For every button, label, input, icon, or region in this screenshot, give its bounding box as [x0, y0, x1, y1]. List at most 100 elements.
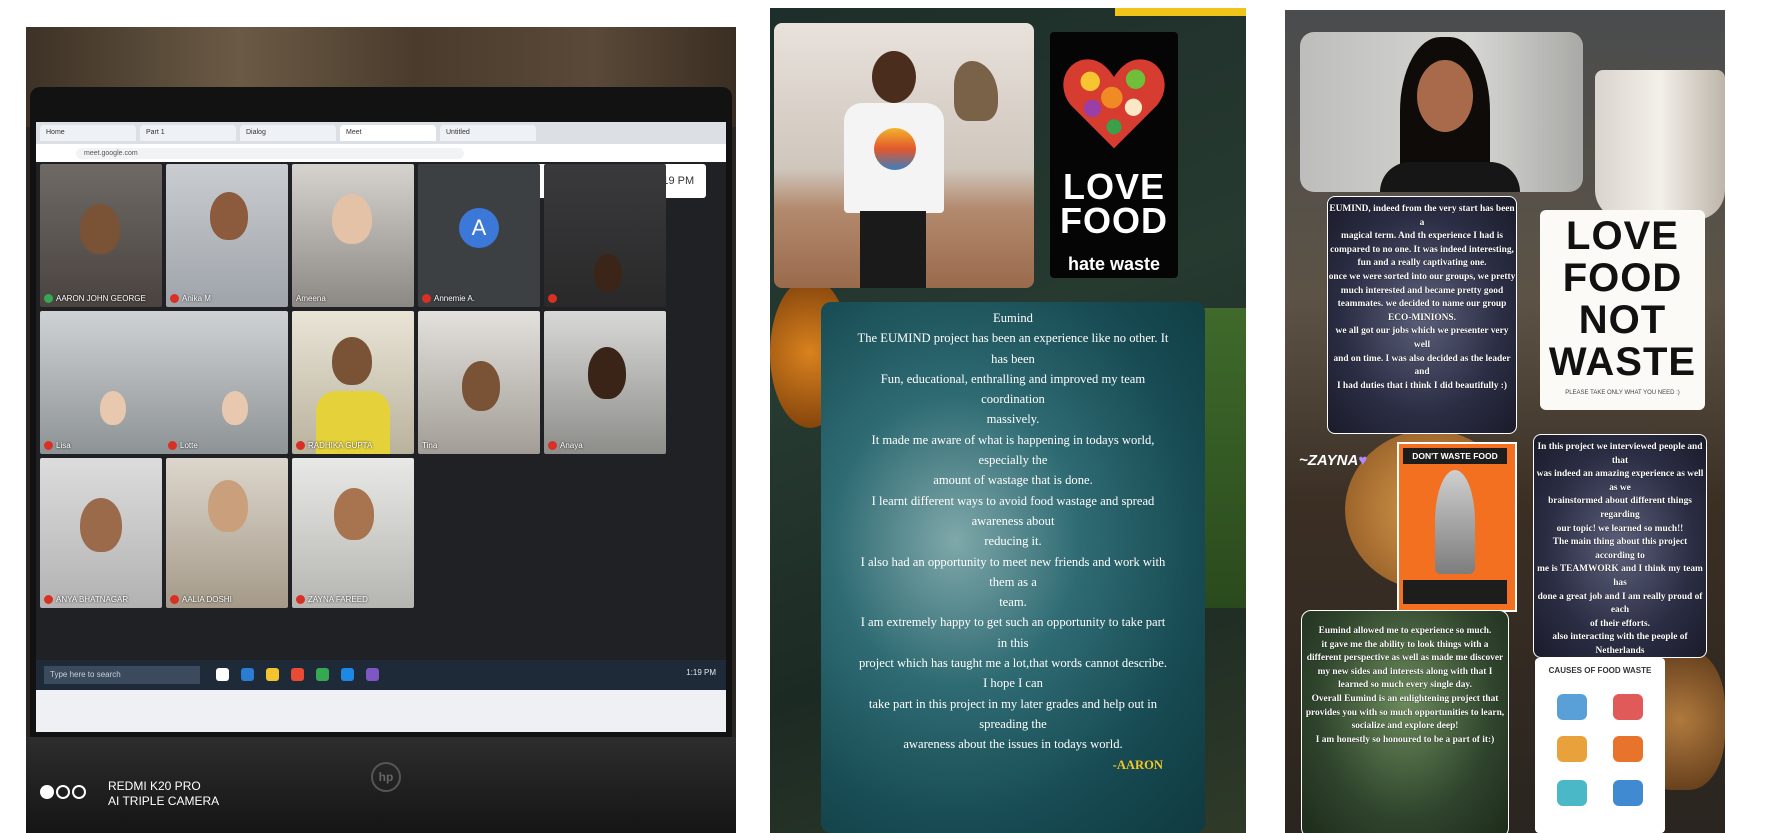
- hp-logo: hp: [371, 762, 401, 792]
- note-line: ECO-MINIONS.: [1388, 312, 1456, 323]
- love-food-word-3: hate waste: [1067, 254, 1161, 274]
- note-line: fun and a really captivating one.: [1357, 258, 1487, 269]
- participant-face: [334, 488, 374, 540]
- eumind-note-2: In this project we interviewed people an…: [1533, 434, 1707, 658]
- reflection-line: Fun, educational, enthralling and improv…: [880, 371, 1146, 386]
- cause-icon: [1613, 780, 1643, 806]
- reflection-line: awareness about the issues in todays wor…: [903, 737, 1123, 752]
- meet-grid: ▤ 👥 ▦ 1:19 PM AARON JOHN GEORGE Anika M …: [36, 162, 726, 660]
- store-icon[interactable]: [341, 668, 354, 681]
- note-line: Overall Eumind is an enlightening projec…: [1311, 693, 1499, 704]
- teams-icon[interactable]: [366, 668, 379, 681]
- lfnw-word-2: FOOD: [1562, 256, 1683, 300]
- aaron-collage: LOVE FOOD hate waste Eumind The EUMIND pr…: [770, 8, 1246, 833]
- reflection-line: It made me aware of what is happening in…: [871, 432, 1155, 447]
- food-heart-icon: [1063, 59, 1165, 149]
- taskbar-search[interactable]: Type here to search: [44, 666, 200, 684]
- participant-name: AALIA DOSHI: [170, 595, 232, 604]
- participant-tile: RADHIKA GUPTA: [292, 311, 414, 454]
- participant-tile: Tina: [418, 311, 540, 454]
- browser-tab[interactable]: Dialog: [240, 125, 336, 141]
- reflection-line: spreading the: [979, 716, 1047, 731]
- note-line: teammates. we decided to name our group: [1337, 299, 1507, 310]
- participant-name: Annemie A.: [422, 294, 475, 303]
- cause-icon: [1557, 694, 1587, 720]
- browser-tab[interactable]: Home: [40, 125, 136, 141]
- purple-heart-icon: ♥: [1358, 452, 1368, 469]
- dont-waste-food-poster: DON'T WASTE FOOD: [1397, 442, 1517, 612]
- mic-off-icon: [170, 595, 179, 604]
- note-line: learned so much every single day.: [1338, 680, 1472, 691]
- mic-off-icon: [170, 294, 179, 303]
- participant-face: [594, 254, 622, 292]
- browser-tab[interactable]: Part 1: [140, 125, 236, 141]
- note-line: compared to no one. It was indeed intere…: [1330, 244, 1514, 255]
- participant-tile: ZAYNA FAREED: [292, 458, 414, 608]
- mic-off-icon: [168, 441, 177, 450]
- mic-off-icon: [296, 595, 305, 604]
- cause-icon: [1557, 736, 1587, 762]
- office-icon[interactable]: [291, 668, 304, 681]
- reflection-line: especially the: [978, 453, 1048, 468]
- participant-tile: AARON JOHN GEORGE: [40, 164, 162, 307]
- laptop-screen: Home Part 1 Dialog Meet Untitled meet.go…: [36, 122, 726, 732]
- participant-tile: AALIA DOSHI: [166, 458, 288, 608]
- camera-watermark-dots: [40, 785, 88, 804]
- task-view-icon[interactable]: [216, 668, 229, 681]
- shirt-logo: [874, 128, 916, 170]
- cause-icon: [1557, 780, 1587, 806]
- taskbar-clock: 1:19 PM: [686, 668, 716, 677]
- eumind-note-1: EUMIND, indeed from the very start has b…: [1327, 196, 1517, 434]
- face: [1417, 60, 1473, 132]
- participant-face: [462, 361, 500, 411]
- reflection-line: in this: [997, 635, 1029, 650]
- participant-name: Anika M: [170, 294, 211, 303]
- participant-tile: Ameena: [292, 164, 414, 307]
- mic-on-icon: [44, 294, 53, 303]
- reflection-line: take part in this project in my later gr…: [868, 696, 1158, 711]
- browser-tab-active[interactable]: Meet: [340, 125, 436, 141]
- browser-tab[interactable]: Untitled: [440, 125, 536, 141]
- camera-watermark: REDMI K20 PRO AI TRIPLE CAMERA: [108, 779, 219, 809]
- lfnw-note: PLEASE TAKE ONLY WHAT YOU NEED :): [1565, 390, 1680, 396]
- reflection-line: awareness about: [971, 513, 1055, 528]
- windows-taskbar: Type here to search 1:19 PM: [36, 660, 726, 690]
- love-food-not-waste-poster: LOVE FOOD NOT WASTE PLEASE TAKE ONLY WHA…: [1540, 210, 1705, 410]
- note-line: much interested and became pretty good: [1340, 285, 1504, 296]
- reflection-line: The EUMIND project has been an experienc…: [857, 331, 1169, 346]
- mic-off-icon: [44, 595, 53, 604]
- reflection-line: has been: [991, 351, 1035, 366]
- participant-name: ANYA BHATNAGAR: [44, 595, 128, 604]
- reflection-line: project which has taught me a lot,that w…: [858, 656, 1168, 671]
- poster-title: DON'T WASTE FOOD: [1403, 448, 1507, 464]
- url-field[interactable]: meet.google.com: [76, 148, 464, 159]
- note-line: provides you with so much opportunities …: [1305, 707, 1505, 718]
- participant-tile: [544, 164, 666, 307]
- reflection-line: I also had an opportunity to meet new fr…: [860, 554, 1166, 569]
- folder-icon[interactable]: [266, 668, 279, 681]
- boy-legs: [860, 211, 926, 288]
- reflection-line: team.: [999, 595, 1027, 610]
- love-food-word-1: LOVE: [1062, 166, 1165, 207]
- participant-tile: Anaya: [544, 311, 666, 454]
- chrome-icon[interactable]: [316, 668, 329, 681]
- participant-name: Lotte: [168, 441, 198, 450]
- note-line: also interacting with the people of Neth…: [1552, 632, 1688, 656]
- participant-name: Lisa: [44, 441, 71, 450]
- zayna-selfie: [1300, 32, 1583, 192]
- boy-head: [872, 51, 916, 103]
- participant-name: ZAYNA FAREED: [296, 595, 368, 604]
- falcon: [954, 61, 998, 121]
- video-call-laptop-photo: Home Part 1 Dialog Meet Untitled meet.go…: [26, 27, 736, 833]
- participant-tile: Lisa Lotte: [40, 311, 288, 454]
- coffee-mug: [1595, 70, 1725, 220]
- love-food-word-2: FOOD: [1060, 200, 1168, 241]
- causes-title: CAUSES OF FOOD WASTE: [1548, 666, 1652, 675]
- mic-off-icon: [296, 441, 305, 450]
- edge-icon[interactable]: [241, 668, 254, 681]
- camera-model: REDMI K20 PRO: [108, 779, 201, 793]
- participant-tile: A Annemie A.: [418, 164, 540, 307]
- lfnw-word-1: LOVE: [1566, 214, 1679, 258]
- participant-face: [80, 204, 120, 254]
- rocket-icon: [1435, 470, 1475, 574]
